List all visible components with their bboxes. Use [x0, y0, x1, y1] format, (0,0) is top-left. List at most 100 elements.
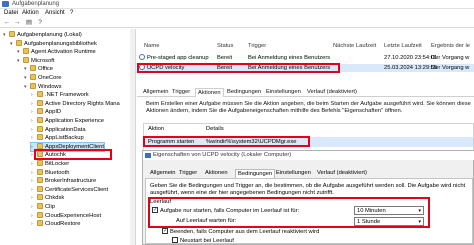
- col-result[interactable]: Ergebnis der le: [431, 43, 470, 49]
- tree-item[interactable]: › CloudExperienceHost: [31, 211, 101, 220]
- folder-icon: [23, 48, 29, 55]
- task-detail-tabs: Allgemein Trigger Aktionen Bedingungen E…: [137, 88, 474, 97]
- task-last-run: 27.10.2020 23:54:01: [384, 55, 438, 61]
- col-last-run[interactable]: Letzte Laufzeit: [384, 43, 422, 49]
- tree-item[interactable]: ▾ Aufgabenplanungsbibliothek: [10, 39, 97, 48]
- back-arrow-icon[interactable]: ←: [3, 19, 11, 27]
- stop-on-idle-end-option[interactable]: Beenden, falls Computer aus dem Leerlauf…: [162, 227, 319, 235]
- tab-history[interactable]: Verlauf (deaktiviert): [305, 88, 359, 97]
- task-result: Der Vorgang w: [431, 65, 470, 71]
- tree-item[interactable]: ▾ Windows: [24, 82, 62, 91]
- restart-on-idle-option[interactable]: Neustart bei Leerlauf: [172, 237, 234, 244]
- menu-file[interactable]: Datei: [4, 10, 18, 16]
- task-clock-icon: [139, 54, 145, 60]
- tree-item[interactable]: › .NET Framework: [31, 91, 89, 99]
- tree-item[interactable]: › AppID: [31, 108, 61, 116]
- tree-item-label: Aufgabenplanungsbibliothek: [24, 40, 97, 47]
- tree-item-label: ApplicationData: [45, 126, 86, 133]
- menu-help[interactable]: ?: [70, 10, 73, 16]
- tree-item-label: Microsoft: [31, 57, 55, 64]
- restart-on-idle-checkbox[interactable]: [172, 237, 178, 243]
- folder-icon: [30, 74, 36, 80]
- tree-item[interactable]: › BrokerInfrastructure: [31, 177, 96, 185]
- forward-arrow-icon[interactable]: →: [13, 19, 21, 27]
- tab-actions[interactable]: Aktionen: [195, 88, 224, 97]
- tree-item-label: Bluetooth: [45, 169, 70, 176]
- tree-item[interactable]: ▾ Microsoft: [17, 56, 55, 65]
- col-name[interactable]: Name: [144, 43, 159, 49]
- folder-icon: [37, 211, 43, 218]
- tree-item[interactable]: ▾ OneCore: [24, 74, 62, 82]
- folder-icon: [23, 56, 29, 63]
- tab-conditions[interactable]: Bedingungen: [225, 88, 263, 97]
- menu-view[interactable]: Ansicht: [45, 10, 65, 16]
- tree-item-label: BrokerInfrastructure: [45, 178, 97, 185]
- folder-icon: [37, 134, 43, 141]
- stop-on-idle-end-checkbox[interactable]: [162, 227, 168, 234]
- tree-item[interactable]: › CloudRestore: [31, 220, 80, 228]
- tree-item[interactable]: › AppListBackup: [31, 134, 84, 142]
- folder-icon: [37, 203, 43, 209]
- tree-item-label: Office: [38, 66, 54, 73]
- tree-item[interactable]: ▾ Office: [24, 65, 53, 73]
- tree-item[interactable]: › Active Directory Rights Mana: [31, 99, 120, 108]
- tab-trigger[interactable]: Trigger: [170, 88, 192, 97]
- menu-action[interactable]: Aktion: [22, 10, 39, 16]
- folder-icon: [16, 39, 22, 46]
- table-row[interactable]: Pre-staged app cleanup Bereit Bei Anmeld…: [137, 54, 474, 62]
- tree-item-label: Active Directory Rights Mana: [45, 100, 120, 107]
- tree-item-label: AppID: [45, 109, 62, 116]
- tree-item[interactable]: › ApplicationData: [31, 125, 86, 134]
- tree-item[interactable]: › Bluetooth: [31, 168, 70, 177]
- folder-icon: [37, 142, 43, 149]
- highlight-action-row: [143, 136, 310, 147]
- dialog-tab-actions[interactable]: Aktionen: [203, 169, 230, 178]
- toolbar: ← → ▤ ?: [0, 18, 474, 28]
- dialog-tab-history[interactable]: Verlauf (deaktiviert): [315, 169, 369, 178]
- tree-item[interactable]: › Application Experience: [31, 117, 104, 125]
- highlight-appxdeploymentclient: [34, 149, 112, 160]
- dialog-title: Eigenschaften von UCPD velocity (Lokaler…: [153, 152, 292, 158]
- folder-icon: [37, 168, 43, 175]
- dialog-tab-settings[interactable]: Einstellungen: [274, 169, 313, 178]
- show-hide-tree-icon[interactable]: ▤: [25, 19, 33, 27]
- tree-item[interactable]: › CertificateServicesClient: [31, 185, 108, 194]
- tree-item-label: Clip: [45, 204, 55, 210]
- folder-icon: [37, 99, 43, 106]
- tree-item[interactable]: ▾ Agent Activation Runtime: [17, 48, 96, 56]
- col-trigger[interactable]: Trigger: [248, 43, 266, 49]
- tree-item-label: OneCore: [38, 75, 62, 81]
- conditions-intro: Geben Sie die Bedingungen und Trigger an…: [150, 183, 466, 196]
- tree-item[interactable]: › Clip: [31, 203, 55, 211]
- tree-item-label: Chkdsk: [45, 195, 65, 202]
- col-details[interactable]: Details: [206, 126, 224, 132]
- folder-icon: [37, 91, 43, 98]
- folder-icon: [37, 220, 43, 227]
- folder-icon: [37, 160, 43, 166]
- col-next-run[interactable]: Nächste Laufzeit: [333, 43, 376, 49]
- tree-item[interactable]: › BitLocker: [31, 160, 69, 168]
- tab-settings[interactable]: Einstellungen: [264, 88, 303, 97]
- dialog-tab-conditions[interactable]: Bedingungen: [235, 169, 276, 178]
- col-status[interactable]: Status: [217, 43, 233, 49]
- help-icon[interactable]: ?: [36, 19, 44, 27]
- dialog-app-icon: [145, 153, 151, 158]
- folder-icon: [30, 65, 36, 72]
- task-scheduler-icon: [2, 1, 9, 7]
- folder-icon: [37, 108, 43, 115]
- tree-item-label: Application Experience: [45, 118, 104, 124]
- conditions-panel: Geben Sie die Bedingungen und Trigger an…: [145, 178, 473, 244]
- tree-item-label: .NET Framework: [45, 92, 89, 99]
- tree-scrollbar[interactable]: [130, 29, 135, 245]
- restart-on-idle-label: Neustart bei Leerlauf: [180, 238, 234, 244]
- dialog-tab-general[interactable]: Allgemein: [148, 169, 177, 178]
- col-action[interactable]: Aktion: [148, 126, 164, 132]
- window-title: Aufgabenplanung: [12, 1, 60, 7]
- tree-item[interactable]: › Chkdsk: [31, 194, 64, 202]
- highlight-idle-section: [148, 197, 430, 228]
- tree-item-label: CloudRestore: [45, 221, 81, 228]
- actions-description: Beim Erstellen einer Aufgabe müssen Sie …: [146, 101, 471, 114]
- dialog-tab-trigger[interactable]: Trigger: [177, 169, 199, 178]
- tab-general[interactable]: Allgemein: [141, 88, 170, 97]
- tree-item[interactable]: ▾ Aufgabenplanung (Lokal): [3, 31, 82, 39]
